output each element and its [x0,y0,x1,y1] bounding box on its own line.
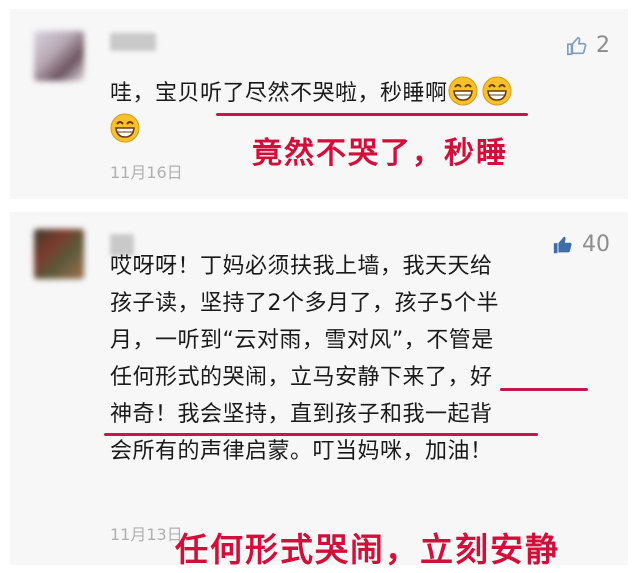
highlight-underline [500,388,588,391]
annotation-text: 任何形式哭闹，立刻安静 [175,530,560,569]
highlight-underline [104,433,538,436]
comment-line: 哎呀呀！丁妈必须扶我上墙，我天天给 [110,254,493,279]
thumbs-up-outline-icon [567,36,587,55]
comment-date: 11月13日 [110,525,183,544]
comment-text: 哎呀呀！丁妈必须扶我上墙，我天天给 孩子读，坚持了2个多月了，孩子5个半 月，一… [110,248,612,470]
comment-line: 会所有的声律启蒙。叮当妈咪，加油！ [110,439,493,464]
username-blurred[interactable] [110,33,156,51]
annotation-text: 竟然不哭了，秒睡 [252,136,508,171]
comment-line: 神奇！我会坚持，直到孩子和我一起背 [110,402,493,427]
comment-line: 月，一听到“云对雨，雪对风”，不管是 [110,328,494,353]
comment-line: 孩子读，坚持了2个多月了，孩子5个半 [110,291,499,316]
avatar[interactable] [34,31,84,81]
avatar[interactable] [34,229,84,279]
highlight-underline [216,113,528,116]
grin-emoji-icon [448,76,478,106]
like-button[interactable]: 2 [566,33,610,58]
comment-date: 11月16日 [110,163,183,182]
comment-body: 哇，宝贝听了尽然不哭啦，秒睡啊 [110,81,448,106]
like-count: 2 [596,33,610,58]
grin-emoji-icon [110,113,140,143]
grin-emoji-icon [482,76,512,106]
